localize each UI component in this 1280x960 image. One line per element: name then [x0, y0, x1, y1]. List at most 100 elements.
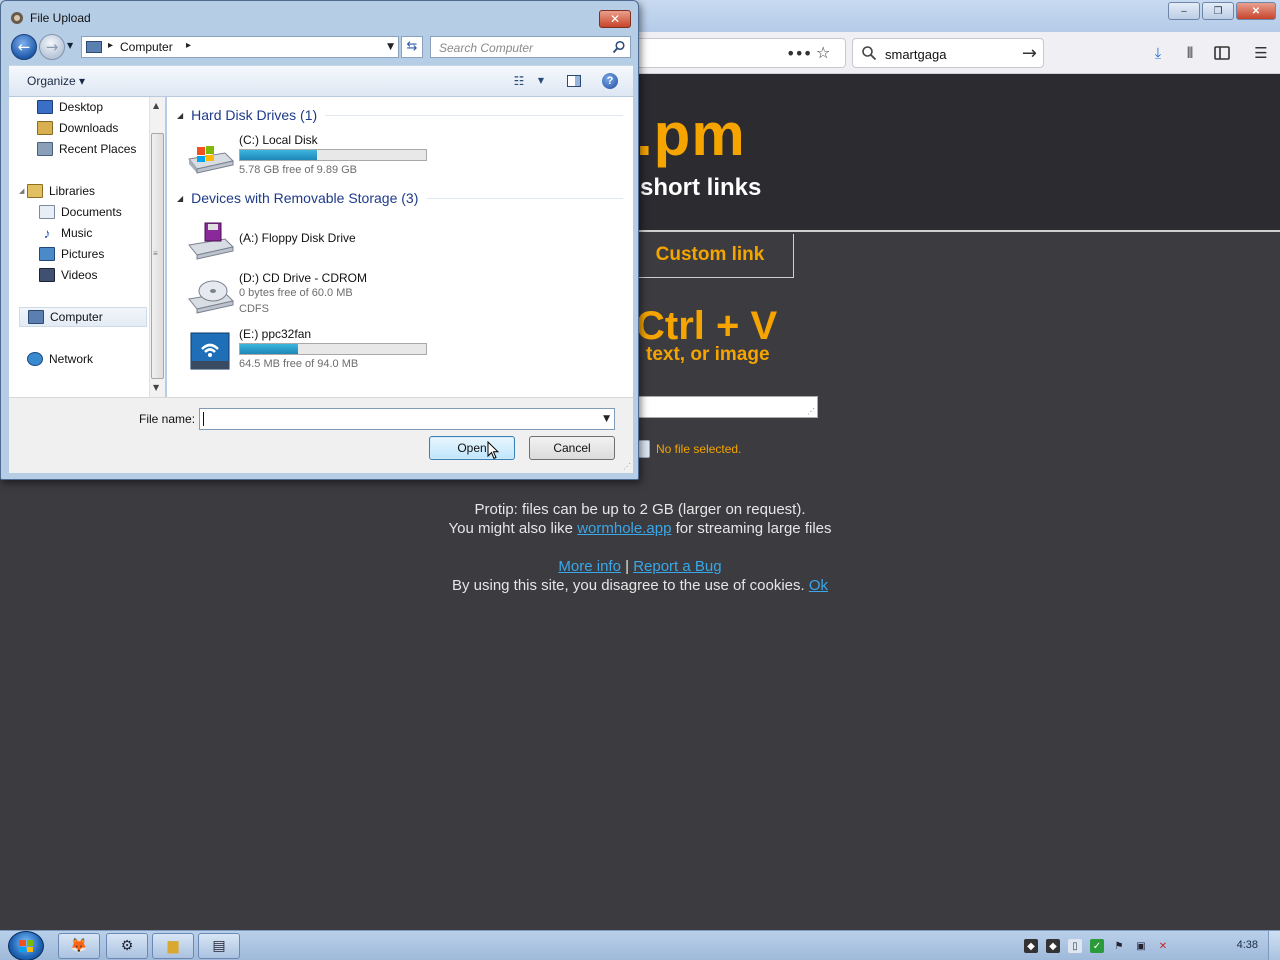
help-icon[interactable]: ? [602, 73, 618, 89]
forward-arrow-icon[interactable]: → [39, 34, 65, 60]
refresh-icon[interactable]: ⇆ [401, 36, 423, 58]
nav-scrollbar[interactable]: ▲ ≡ ▼ [149, 97, 165, 397]
settings-app-icon: ⚙ [120, 938, 134, 954]
view-dropdown-icon[interactable]: ▼ [533, 73, 549, 89]
cookie-ok-link[interactable]: Ok [809, 577, 828, 594]
libraries-icon [27, 184, 43, 198]
library-icon[interactable]: ⫴ [1181, 44, 1199, 62]
drive-usage-fill [240, 344, 299, 354]
wormhole-link[interactable]: wormhole.app [577, 520, 671, 537]
preview-pane-icon[interactable] [566, 73, 582, 89]
windows-logo-icon [19, 940, 33, 952]
scroll-grip-icon: ≡ [153, 249, 158, 258]
breadcrumb-chevron-icon[interactable]: ▸ [186, 40, 191, 51]
tray-icon-1[interactable]: ◆ [1024, 939, 1038, 953]
collapse-arrow-icon[interactable]: ◢ [177, 111, 183, 120]
file-input-button[interactable] [638, 440, 650, 458]
address-bar[interactable]: ▸ Computer ▸ ▼ [81, 36, 399, 58]
recent-places-icon [37, 142, 53, 156]
resize-grip-icon[interactable]: ⋰ [623, 462, 631, 471]
taskbar-notepad-button[interactable]: ▤ [198, 933, 240, 959]
search-computer-input[interactable]: Search Computer [430, 36, 631, 58]
taskbar: 🦊 ⚙ ▆ ▤ ◆ ◆ ▯ ✓ ⚑ ▣ ✕ 4:38 [0, 930, 1280, 960]
browser-search-bar[interactable]: smartgaga → [852, 38, 1044, 68]
minimize-button[interactable]: – [1168, 2, 1200, 20]
downloads-icon[interactable]: ⤓ [1149, 44, 1167, 62]
recent-locations-icon[interactable]: ▼ [67, 41, 73, 50]
collapse-arrow-icon[interactable]: ◢ [177, 194, 183, 203]
music-icon: ♪ [43, 225, 51, 241]
floppy-drive-icon [188, 222, 234, 260]
address-dropdown-icon[interactable]: ▼ [387, 42, 394, 52]
show-desktop-button[interactable] [1268, 931, 1280, 960]
drive-usage-fill [240, 150, 318, 160]
cd-drive-icon [188, 280, 234, 314]
breadcrumb-chevron-icon[interactable]: ▸ [108, 40, 113, 51]
page-actions-icon[interactable]: ••• [786, 44, 812, 63]
tray-security-icon[interactable]: ✓ [1090, 939, 1104, 953]
open-button[interactable]: Open [429, 436, 515, 460]
paste-textarea[interactable]: ⋰ [620, 396, 818, 418]
drive-item-e[interactable]: (E:) ppc32fan 64.5 MB free of 94.0 MB [185, 327, 605, 375]
file-name-input[interactable]: ▼ [199, 408, 615, 430]
dialog-close-button[interactable]: ✕ [599, 10, 631, 28]
expanded-arrow-icon[interactable]: ◢ [19, 187, 24, 195]
url-bar[interactable]: ••• ☆ [620, 38, 846, 68]
search-icon [862, 46, 877, 61]
sidebar-item-computer[interactable]: Computer [19, 307, 147, 327]
resize-grip-icon: ⋰ [807, 407, 815, 416]
cancel-button[interactable]: Cancel [529, 436, 615, 460]
view-options-icon[interactable]: ☷ [511, 73, 527, 89]
taskbar-app-button[interactable]: ⚙ [106, 933, 148, 959]
tab-custom-link[interactable]: Custom link [612, 234, 794, 278]
volume-muted-icon[interactable]: ✕ [1156, 939, 1170, 953]
navigation-row: ← → ▼ ▸ Computer ▸ ▼ ⇆ Search Computer [9, 33, 633, 61]
maximize-button[interactable]: ❐ [1202, 2, 1234, 20]
menu-icon[interactable]: ☰ [1252, 44, 1270, 62]
tray-icon-3[interactable]: ▯ [1068, 939, 1082, 953]
breadcrumb-computer[interactable]: Computer [120, 40, 173, 54]
wireless-drive-icon [190, 332, 230, 370]
action-center-flag-icon[interactable]: ⚑ [1112, 939, 1126, 953]
documents-icon [39, 205, 55, 219]
back-arrow-icon[interactable]: ← [11, 34, 37, 60]
cookie-text: By using this site, you disagree to the … [451, 577, 805, 594]
organize-menu[interactable]: Organize ▾ [27, 74, 85, 88]
search-icon[interactable] [612, 40, 626, 54]
group-header-removable[interactable]: ◢ Devices with Removable Storage (3) [177, 190, 623, 206]
taskbar-explorer-button[interactable]: ▆ [152, 933, 194, 959]
drive-item-d[interactable]: (D:) CD Drive - CDROM 0 bytes free of 60… [185, 271, 605, 319]
taskbar-firefox-button[interactable]: 🦊 [58, 933, 100, 959]
scroll-down-icon[interactable]: ▼ [153, 383, 159, 392]
drive-name: (C:) Local Disk [239, 133, 318, 147]
site-tagline: short links [640, 174, 762, 201]
drive-usage-bar [239, 149, 427, 161]
more-info-link[interactable]: More info [558, 558, 621, 575]
group-header-hard-disk[interactable]: ◢ Hard Disk Drives (1) [177, 107, 623, 123]
network-icon[interactable]: ▣ [1134, 939, 1148, 953]
scroll-up-icon[interactable]: ▲ [153, 101, 159, 110]
videos-icon [39, 268, 55, 282]
sidebar-item-libraries[interactable]: ◢ Libraries [19, 181, 167, 201]
drive-free-space: 5.78 GB free of 9.89 GB [239, 164, 358, 176]
window-controls: – ❐ ✕ [1168, 2, 1276, 20]
search-go-icon[interactable]: → [1022, 43, 1037, 64]
dialog-title: File Upload [30, 11, 91, 25]
report-bug-link[interactable]: Report a Bug [633, 558, 721, 575]
drive-item-a[interactable]: (A:) Floppy Disk Drive [185, 217, 605, 265]
clock[interactable]: 4:38 [1237, 939, 1258, 951]
sidebar-item-network[interactable]: Network [27, 349, 167, 369]
protip-line-1: Protip: files can be up to 2 GB (larger … [474, 501, 806, 518]
bookmark-star-icon[interactable]: ☆ [816, 43, 830, 62]
browser-app-icon: 🦊 [70, 938, 88, 954]
close-window-button[interactable]: ✕ [1236, 2, 1276, 20]
sidebar-icon[interactable] [1213, 44, 1231, 62]
tray-icon-2[interactable]: ◆ [1046, 939, 1060, 953]
drive-item-c[interactable]: (C:) Local Disk 5.78 GB free of 9.89 GB [185, 133, 605, 181]
start-button[interactable] [8, 931, 44, 960]
site-logo: .pm [636, 101, 746, 168]
pictures-icon [39, 247, 55, 261]
file-name-dropdown-icon[interactable]: ▼ [603, 414, 610, 424]
dialog-titlebar: File Upload [9, 9, 91, 27]
network-globe-icon [27, 352, 43, 366]
